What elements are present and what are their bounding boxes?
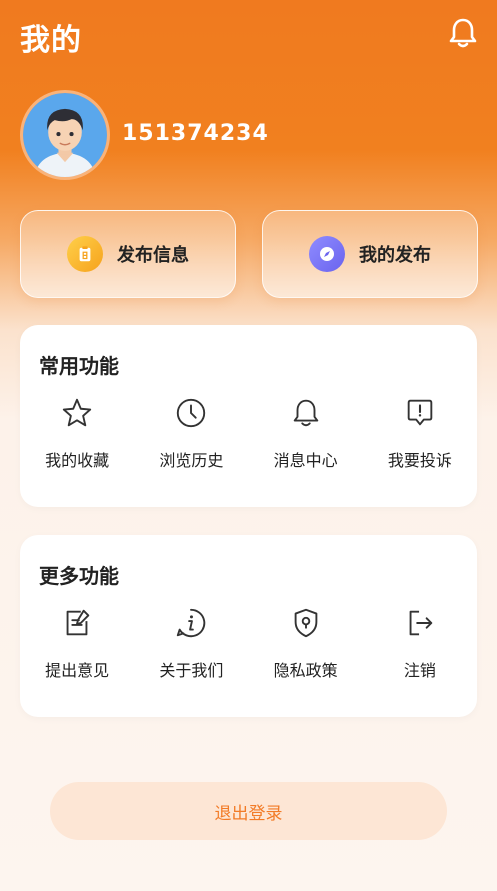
- avatar[interactable]: [20, 90, 110, 180]
- deregister-label: 注销: [403, 661, 436, 680]
- favorites-item[interactable]: 我的收藏: [20, 395, 134, 495]
- feedback-label: 提出意见: [45, 661, 110, 680]
- bell-icon[interactable]: [446, 16, 480, 50]
- about-us-label: 关于我们: [159, 661, 224, 680]
- deregister-item[interactable]: 注销: [363, 605, 477, 705]
- complaint-label: 我要投诉: [387, 451, 452, 470]
- bell-icon: [288, 395, 324, 431]
- feedback-item[interactable]: 提出意见: [20, 605, 134, 705]
- more-functions-title: 更多功能: [39, 564, 119, 588]
- clock-icon: [173, 395, 209, 431]
- page-title: 我的: [20, 23, 82, 58]
- history-item[interactable]: 浏览历史: [134, 395, 248, 495]
- publish-info-button[interactable]: 发布信息: [20, 210, 236, 298]
- complaint-icon: [402, 395, 438, 431]
- exit-icon: [402, 605, 438, 641]
- publish-info-label: 发布信息: [117, 245, 189, 266]
- favorites-label: 我的收藏: [45, 451, 110, 470]
- logout-label: 退出登录: [214, 803, 283, 824]
- my-publish-button[interactable]: 我的发布: [262, 210, 478, 298]
- about-us-item[interactable]: 关于我们: [134, 605, 248, 705]
- compass-icon: [309, 236, 345, 272]
- message-center-item[interactable]: 消息中心: [249, 395, 363, 495]
- username: 151374234: [122, 121, 269, 146]
- clipboard-icon: [67, 236, 103, 272]
- top-bar: 我的: [0, 0, 497, 80]
- my-publish-label: 我的发布: [359, 245, 431, 266]
- star-icon: [59, 395, 95, 431]
- shield-icon: [288, 605, 324, 641]
- message-center-label: 消息中心: [273, 451, 338, 470]
- logout-button[interactable]: 退出登录: [50, 782, 447, 840]
- info-icon: [173, 605, 209, 641]
- common-functions-title: 常用功能: [39, 354, 119, 378]
- privacy-policy-label: 隐私政策: [273, 661, 338, 680]
- complaint-item[interactable]: 我要投诉: [363, 395, 477, 495]
- history-label: 浏览历史: [159, 451, 224, 470]
- edit-note-icon: [59, 605, 95, 641]
- privacy-policy-item[interactable]: 隐私政策: [249, 605, 363, 705]
- common-functions-panel: 常用功能 我的收藏 浏览历史 消息中心 我要投诉: [20, 325, 477, 507]
- more-functions-panel: 更多功能 提出意见 关于我们 隐私政策 注销: [20, 535, 477, 717]
